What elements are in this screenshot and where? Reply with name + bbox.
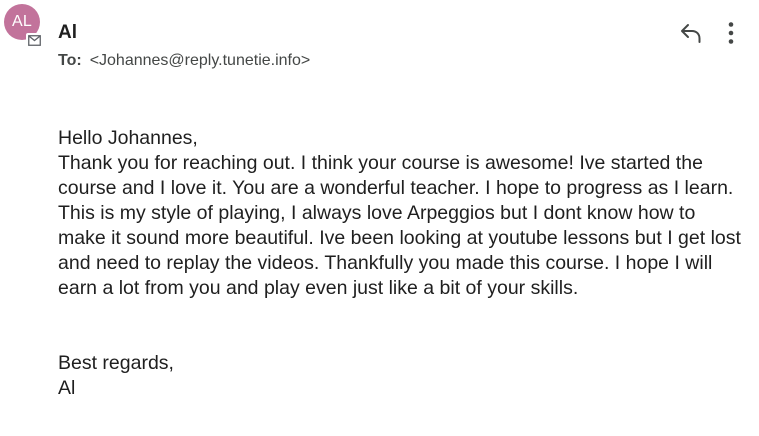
reply-icon xyxy=(681,24,701,43)
message-closing: Best regards, xyxy=(58,352,174,374)
recipient-line: To: <Johannes@reply.tunetie.info> xyxy=(58,51,310,71)
message-paragraph: Thank you for reaching out. I think your… xyxy=(58,152,741,299)
recipient-address: <Johannes@reply.tunetie.info> xyxy=(89,52,311,69)
more-options-button[interactable] xyxy=(718,18,744,48)
message-greeting: Hello Johannes, xyxy=(58,127,198,149)
to-label: To: xyxy=(58,52,82,69)
mail-badge-icon xyxy=(26,33,42,47)
more-vertical-icon xyxy=(728,22,734,44)
avatar-initials: AL xyxy=(12,13,32,30)
message-body: Hello Johannes, Thank you for reaching o… xyxy=(58,126,748,401)
sender-name: Al xyxy=(58,22,77,43)
reply-button[interactable] xyxy=(676,18,706,48)
message-signature: Al xyxy=(58,377,76,399)
